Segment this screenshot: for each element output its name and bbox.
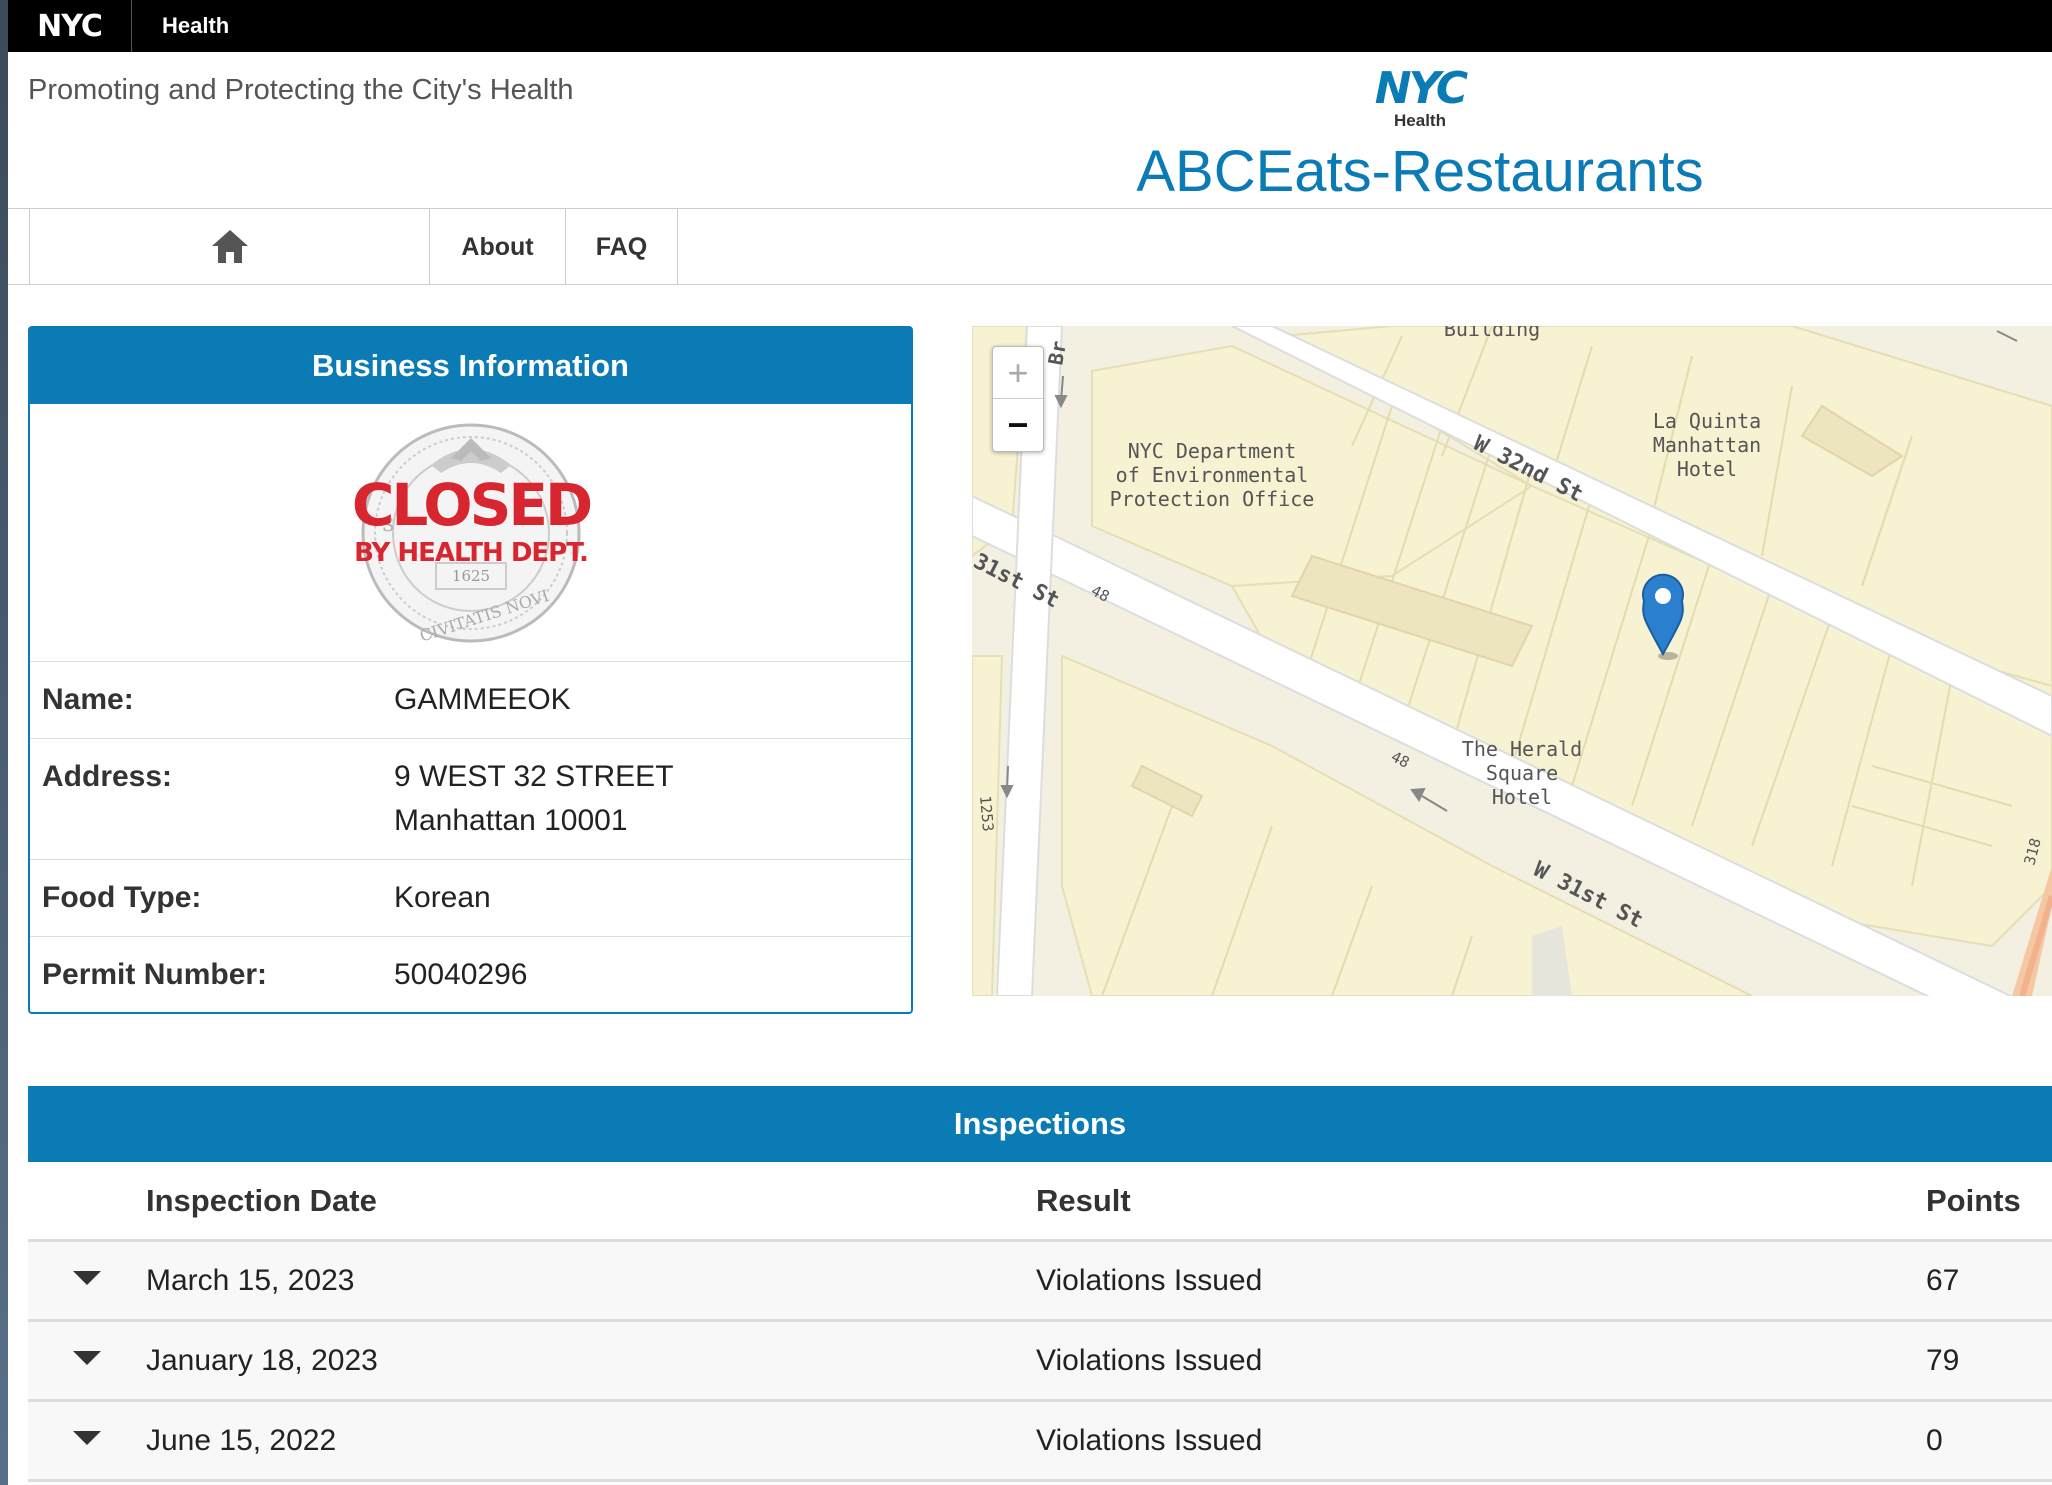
inspections-panel: Inspections Inspection Date Result Point… bbox=[28, 1086, 2052, 1485]
closed-by-health-dept-seal: 1625 CIVITATIS NOVI S CLOSED BY HEALTH D… bbox=[351, 423, 593, 645]
zoom-control: + − bbox=[992, 346, 1044, 452]
row-points: 0 bbox=[1926, 1423, 1943, 1457]
row-date: March 15, 2023 bbox=[146, 1263, 355, 1297]
food-type-value: Korean bbox=[394, 881, 491, 914]
app-title[interactable]: ABCEats-Restaurants bbox=[1100, 138, 1740, 205]
row-date: January 18, 2023 bbox=[146, 1343, 378, 1377]
expand-caret-icon[interactable] bbox=[73, 1270, 101, 1285]
address-line-2: Manhattan 10001 bbox=[394, 804, 628, 837]
map-label-hs-1: The Herald bbox=[1462, 737, 1582, 761]
header-result[interactable]: Result bbox=[1036, 1183, 1926, 1219]
address-label: Address: bbox=[42, 760, 173, 793]
address-line-1: 9 WEST 32 STREET bbox=[394, 760, 674, 793]
closed-text: CLOSED bbox=[351, 471, 590, 539]
map-label-lq-2: Manhattan bbox=[1653, 433, 1761, 457]
table-row[interactable]: June 15, 2022 Violations Issued 0 bbox=[28, 1402, 2052, 1482]
closed-seal-area: 1625 CIVITATIS NOVI S CLOSED BY HEALTH D… bbox=[30, 404, 911, 662]
location-map[interactable]: Building NYC Department of Environmental… bbox=[972, 326, 2052, 996]
nyc-logo[interactable]: NYC bbox=[8, 0, 132, 52]
expand-caret-icon[interactable] bbox=[73, 1350, 101, 1365]
nyc-health-logo: NYC bbox=[1374, 63, 1468, 114]
map-canvas[interactable]: Building NYC Department of Environmental… bbox=[972, 326, 2052, 996]
nyc-health-logo-sub: Health bbox=[1394, 111, 1446, 130]
name-row: Name: GAMMEEOK bbox=[30, 662, 911, 739]
window-edge bbox=[0, 0, 8, 1485]
inspections-table: Inspection Date Result Points March 15, … bbox=[28, 1162, 2052, 1482]
main-nav: About FAQ bbox=[8, 208, 2052, 285]
map-label-lq-3: Hotel bbox=[1677, 457, 1737, 481]
permit-row: Permit Number: 50040296 bbox=[30, 937, 911, 1013]
nav-faq[interactable]: FAQ bbox=[565, 209, 678, 285]
name-value: GAMMEEOK bbox=[394, 683, 571, 716]
table-row[interactable]: January 18, 2023 Violations Issued 79 bbox=[28, 1322, 2052, 1402]
nav-about[interactable]: About bbox=[429, 209, 565, 285]
map-label-hs-3: Hotel bbox=[1492, 785, 1552, 809]
row-points: 79 bbox=[1926, 1343, 1960, 1377]
map-label-dep-3: Protection Office bbox=[1110, 487, 1315, 511]
nav-home[interactable] bbox=[29, 209, 429, 285]
seal-year: 1625 bbox=[451, 567, 489, 585]
food-type-label: Food Type: bbox=[42, 881, 202, 914]
permit-value: 50040296 bbox=[394, 958, 528, 991]
by-health-dept-text: BY HEALTH DEPT. bbox=[354, 538, 588, 568]
brand-header: NYC Health ABCEats-Restaurants bbox=[1100, 66, 1740, 205]
map-label-building: Building bbox=[1444, 326, 1540, 341]
business-info-panel: Business Information 1625 CIVITATIS NOVI… bbox=[28, 326, 913, 1014]
health-link[interactable]: Health bbox=[132, 13, 229, 39]
inspections-title: Inspections bbox=[28, 1086, 2052, 1162]
address-value: 9 WEST 32 STREET Manhattan 10001 bbox=[394, 755, 674, 843]
inspections-header-row: Inspection Date Result Points bbox=[28, 1162, 2052, 1242]
row-result: Violations Issued bbox=[1036, 1263, 1263, 1297]
map-label-dep-2: of Environmental bbox=[1116, 463, 1309, 487]
map-label-br: Br bbox=[1043, 339, 1071, 367]
zoom-out-button[interactable]: − bbox=[993, 399, 1043, 451]
map-label-dep-1: NYC Department bbox=[1128, 439, 1297, 463]
food-type-row: Food Type: Korean bbox=[30, 860, 911, 937]
home-icon bbox=[211, 230, 248, 264]
name-label: Name: bbox=[42, 683, 134, 716]
permit-label: Permit Number: bbox=[42, 958, 268, 991]
row-result: Violations Issued bbox=[1036, 1343, 1263, 1377]
table-row[interactable]: March 15, 2023 Violations Issued 67 bbox=[28, 1242, 2052, 1322]
row-date: June 15, 2022 bbox=[146, 1423, 337, 1457]
map-label-lq-1: La Quinta bbox=[1653, 409, 1761, 433]
tagline: Promoting and Protecting the City's Heal… bbox=[28, 74, 574, 106]
map-label-1253: 1253 bbox=[976, 795, 997, 833]
row-points: 67 bbox=[1926, 1263, 1960, 1297]
header-points[interactable]: Points bbox=[1926, 1183, 2052, 1219]
business-info-title: Business Information bbox=[30, 328, 911, 404]
expand-caret-icon[interactable] bbox=[73, 1430, 101, 1445]
zoom-in-button[interactable]: + bbox=[993, 347, 1043, 399]
header-inspection-date[interactable]: Inspection Date bbox=[146, 1183, 1036, 1219]
top-bar: NYC Health bbox=[8, 0, 2052, 52]
address-row: Address: 9 WEST 32 STREET Manhattan 1000… bbox=[30, 739, 911, 860]
map-label-hs-2: Square bbox=[1486, 761, 1558, 785]
row-result: Violations Issued bbox=[1036, 1423, 1263, 1457]
